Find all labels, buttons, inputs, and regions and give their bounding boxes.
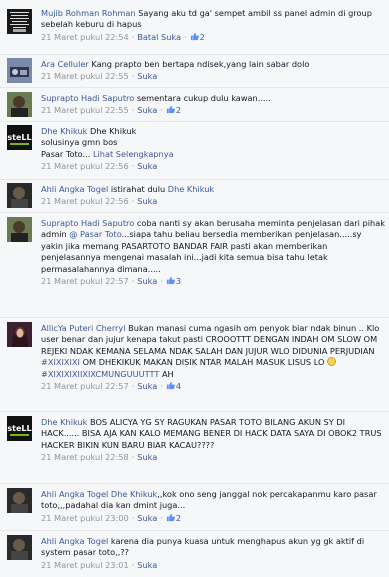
thumbs-up-icon <box>166 106 175 114</box>
comment-meta: 21 Maret pukul 22:57 · Suka · 3 <box>41 276 182 287</box>
svg-text:steLL: steLL <box>7 133 31 142</box>
like-count[interactable]: 2 <box>190 32 205 42</box>
comment-meta: 21 Maret pukul 22:56 · Suka <box>41 196 158 207</box>
comment-item: steLL Dhe Khikuk BOS ALICYA YG SY RAGUKA… <box>0 411 389 464</box>
commenter-name[interactable]: Ahli Angka Togel <box>41 536 108 546</box>
comment-text: solusinya gmn bos <box>41 137 118 148</box>
comment-item: AllicYa Puteri Cherryl Bukan manasi cuma… <box>0 317 389 392</box>
comment-meta: 21 Maret pukul 23:01 · Suka <box>41 559 158 570</box>
comment-text: istirahat dulu <box>110 184 166 194</box>
comment-meta: 21 Maret pukul 22:58 · Suka <box>41 452 158 463</box>
commenter-name[interactable]: Ara Celluler <box>41 59 89 69</box>
thumbs-up-icon <box>166 381 175 390</box>
like-button[interactable]: Suka <box>137 71 157 81</box>
commenter-name[interactable]: Suprapto Hadi Saputro <box>41 93 134 103</box>
commenter-name[interactable]: AllicYa Puteri Cherryl <box>41 323 126 333</box>
comment-meta: 21 Maret pukul 22:56 · Suka <box>41 161 158 172</box>
comment-text: sementara cukup dulu kawan..... <box>136 93 271 103</box>
comment-meta: 21 Maret pukul 22:54 · Batal Suka · 2 <box>41 31 205 42</box>
like-button[interactable]: Suka <box>137 276 157 286</box>
comment-time[interactable]: 21 Maret pukul 22:54 <box>41 32 129 42</box>
like-button[interactable]: Suka <box>137 381 157 391</box>
comment-item: Suprapto Hadi Saputro coba nanti sy akan… <box>0 212 389 287</box>
commenter-name[interactable]: Mujib Rohman Rohman <box>41 8 136 18</box>
avatar[interactable]: steLL <box>7 125 32 150</box>
unlike-button[interactable]: Batal Suka <box>137 32 181 42</box>
comment-item: Suprapto Hadi Saputro sementara cukup du… <box>0 87 389 117</box>
see-more-link[interactable]: Lihat Selengkapnya <box>93 149 174 159</box>
avatar[interactable] <box>7 9 32 34</box>
comment-text: AH <box>161 368 174 379</box>
comment-text: BOS ALICYA YG SY RAGUKAN PASAR TOTO BILA… <box>41 417 382 450</box>
like-button[interactable]: Suka <box>137 560 157 570</box>
like-button[interactable]: Suka <box>137 105 157 115</box>
comment-time[interactable]: 21 Maret pukul 23:01 <box>41 560 129 570</box>
commenter-name[interactable]: Suprapto Hadi Saputro <box>41 218 134 228</box>
like-button[interactable]: Suka <box>137 452 157 462</box>
hashtag-link[interactable]: #XIXIXIXI <box>41 357 80 367</box>
like-count[interactable]: 4 <box>166 381 181 391</box>
comment-meta: 21 Maret pukul 22:57 · Suka · 4 <box>41 381 182 392</box>
thumbs-up-icon <box>166 276 175 285</box>
hashtag-link[interactable]: #XIXIXIXIIXIXCMUNGUUUTTT <box>41 369 159 379</box>
like-count[interactable]: 2 <box>166 105 181 115</box>
comment-item: Mujib Rohman Rohman Sayang aku td ga' se… <box>0 8 389 43</box>
mention-link[interactable]: Dhe Khikuk <box>111 489 157 499</box>
comment-meta: 21 Maret pukul 22:55 · Suka · 2 <box>41 105 182 116</box>
comment-meta: 21 Maret pukul 23:00 · Suka · 2 <box>41 512 182 523</box>
comment-item: Ara Celluler Kang prapto ben bertapa ndi… <box>0 54 389 83</box>
comment-meta: 21 Maret pukul 22:55 · Suka <box>41 71 158 82</box>
like-count[interactable]: 2 <box>166 513 181 523</box>
comment-item: Ahli Angka Togel karena dia punya kuasa … <box>0 530 389 571</box>
commenter-name[interactable]: Ahli Angka Togel <box>41 489 108 499</box>
avatar[interactable]: steLL <box>7 416 32 441</box>
smile-emoji-icon <box>327 357 337 367</box>
avatar[interactable] <box>7 183 32 208</box>
comment-item: Ahli Angka Togel istirahat dulu Dhe Khik… <box>0 179 389 208</box>
like-button[interactable]: Suka <box>137 513 157 523</box>
commenter-name[interactable]: Dhe Khikuk <box>41 126 87 136</box>
avatar[interactable] <box>7 58 32 83</box>
mention-link[interactable]: Dhe Khikuk <box>168 184 214 194</box>
comment-text: Pasar Toto... <box>41 148 91 159</box>
avatar[interactable] <box>7 322 32 347</box>
like-button[interactable]: Suka <box>137 161 157 171</box>
thumbs-up-icon <box>166 513 175 521</box>
comment-time[interactable]: 21 Maret pukul 22:57 <box>41 381 129 391</box>
avatar[interactable] <box>7 535 32 560</box>
svg-text:steLL: steLL <box>7 424 31 433</box>
comment-time[interactable]: 21 Maret pukul 23:00 <box>41 513 129 523</box>
comment-text: Dhe Khikuk <box>90 126 137 136</box>
comment-text: OM DHEKIKUK MAKAN DISIK NTAR MALAH MASUK… <box>82 357 325 368</box>
commenter-name[interactable]: Dhe Khikuk <box>41 417 87 427</box>
comment-time[interactable]: 21 Maret pukul 22:56 <box>41 161 129 171</box>
comment-item: steLL Dhe Khikuk Dhe Khikuk solusinya gm… <box>0 121 389 173</box>
avatar[interactable] <box>7 488 32 513</box>
comment-time[interactable]: 21 Maret pukul 22:55 <box>41 105 129 115</box>
comment-thread: Mujib Rohman Rohman Sayang aku td ga' se… <box>0 0 389 577</box>
comment-text: Kang prapto ben bertapa ndisek,yang lain… <box>91 59 310 69</box>
avatar[interactable] <box>7 92 32 117</box>
thumbs-up-icon <box>190 32 199 40</box>
commenter-name[interactable]: Ahli Angka Togel <box>41 184 108 194</box>
comment-time[interactable]: 21 Maret pukul 22:56 <box>41 196 129 206</box>
comment-time[interactable]: 21 Maret pukul 22:57 <box>41 276 129 286</box>
like-button[interactable]: Suka <box>137 196 157 206</box>
avatar[interactable] <box>7 217 32 242</box>
page-tag-link[interactable]: @ Pasar Toto <box>69 229 121 239</box>
comment-time[interactable]: 21 Maret pukul 22:58 <box>41 452 129 462</box>
comment-time[interactable]: 21 Maret pukul 22:55 <box>41 71 129 81</box>
comment-item: Ahli Angka Togel Dhe Khikuk,,kok ono sen… <box>0 483 389 524</box>
like-count[interactable]: 3 <box>166 276 181 286</box>
